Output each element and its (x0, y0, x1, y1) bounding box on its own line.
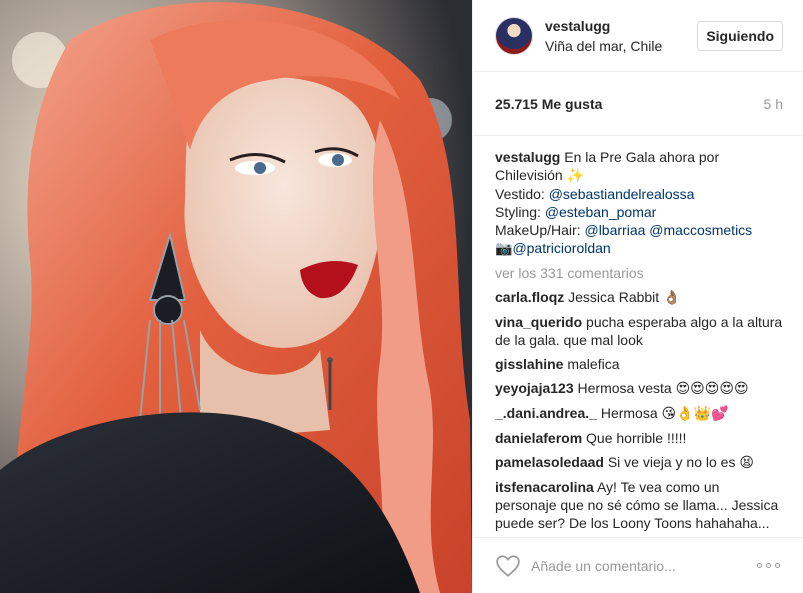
comment-emoji: 👌🏽 (663, 290, 681, 306)
following-button[interactable]: Siguiendo (697, 20, 783, 51)
caption-line-1: En la Pre Gala ahora por (564, 149, 720, 165)
caption-styling-label: Styling: (495, 204, 541, 220)
mention-link[interactable]: @maccosmetics (649, 222, 752, 238)
add-comment-input[interactable] (531, 557, 757, 574)
post-side-panel: vestalugg Viña del mar, Chile Siguiendo … (472, 0, 803, 593)
comment-username[interactable]: pamelasoledaad (495, 454, 604, 470)
comment-text: Si ve vieja y no lo es (607, 454, 736, 470)
comment-item: vina_querido pucha esperaba algo a la al… (495, 313, 783, 349)
comment-username[interactable]: yeyojaja123 (495, 380, 574, 396)
mention-link[interactable]: @lbarriaa (584, 222, 645, 238)
more-options-icon[interactable] (757, 563, 783, 569)
post-modal: vestalugg Viña del mar, Chile Siguiendo … (0, 0, 803, 593)
comment-item: yeyojaja123 Hermosa vesta 😍😍😍😍😍 (495, 379, 783, 398)
comments-section: vestalugg En la Pre Gala ahora por Chile… (473, 136, 803, 536)
post-photo[interactable] (0, 0, 472, 593)
comment-item: carla.floqz Jessica Rabbit 👌🏽 (495, 288, 783, 307)
comment-emoji: 😫 (739, 455, 754, 471)
username-link[interactable]: vestalugg (545, 18, 697, 34)
comment-username[interactable]: _.dani.andrea._ (495, 405, 597, 421)
user-info: vestalugg Viña del mar, Chile (545, 18, 697, 54)
location-link[interactable]: Viña del mar, Chile (545, 38, 697, 54)
comment-emoji: 😍😍😍😍😍 (675, 381, 749, 397)
post-meta: 25.715 Me gusta 5 h (473, 72, 803, 136)
post-caption: vestalugg En la Pre Gala ahora por Chile… (495, 148, 783, 258)
post-time[interactable]: 5 h (764, 96, 783, 112)
caption-makeup-label: MakeUp/Hair: (495, 222, 581, 238)
mention-link[interactable]: @sebastiandelrealossa (549, 186, 695, 202)
comment-username[interactable]: itsfenacarolina (495, 479, 594, 495)
camera-emoji: 📷 (495, 241, 513, 257)
comment-item: _.dani.andrea._ Hermosa 😘👌👑💕 (495, 404, 783, 423)
comment-emoji: 😘👌👑💕 (661, 406, 729, 422)
comment-item: gisslahine malefica (495, 355, 783, 373)
comment-text: Hermosa vesta (577, 380, 672, 396)
add-comment-bar (473, 537, 803, 593)
post-header: vestalugg Viña del mar, Chile Siguiendo (473, 0, 803, 72)
comment-text: Que horrible !!!!! (586, 430, 687, 446)
mention-link[interactable]: @esteban_pomar (545, 204, 657, 220)
comment-item: pamelasoledaad Si ve vieja y no lo es 😫 (495, 453, 783, 472)
comment-item: danielaferom Que horrible !!!!! (495, 429, 783, 447)
comment-list: carla.floqz Jessica Rabbit 👌🏽 vina_querid… (495, 288, 783, 536)
caption-username[interactable]: vestalugg (495, 149, 560, 165)
comment-item: itsfenacarolina Ay! Te vea como un perso… (495, 478, 783, 536)
view-all-comments-link[interactable]: ver los 331 comentarios (495, 264, 783, 282)
avatar[interactable] (495, 16, 533, 55)
caption-dress-label: Vestido: (495, 186, 545, 202)
comment-text: Jessica Rabbit (568, 289, 660, 305)
mention-link[interactable]: @patricioroldan (512, 240, 610, 256)
heart-icon[interactable] (495, 554, 521, 578)
comment-username[interactable]: carla.floqz (495, 289, 564, 305)
likes-count[interactable]: 25.715 Me gusta (495, 96, 602, 112)
comment-username[interactable]: gisslahine (495, 356, 563, 372)
post-photo-illustration (0, 0, 472, 593)
comment-username[interactable]: danielaferom (495, 430, 582, 446)
sparkles-emoji: ✨ (566, 168, 585, 184)
comment-username[interactable]: vina_querido (495, 314, 582, 330)
comment-text: Hermosa (600, 405, 658, 421)
comment-text: malefica (567, 356, 620, 372)
caption-line-2: Chilevisión (495, 167, 563, 183)
